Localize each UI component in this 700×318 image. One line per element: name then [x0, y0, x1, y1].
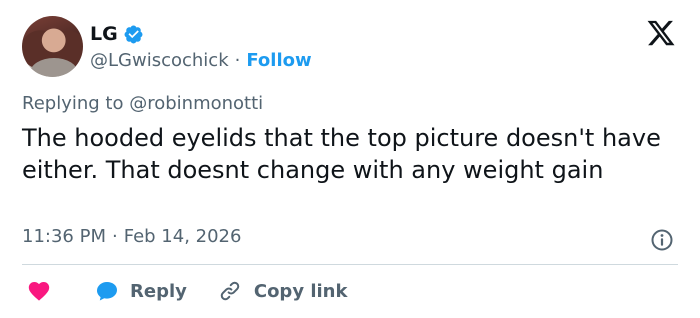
link-icon	[220, 281, 240, 301]
verified-badge-icon	[124, 25, 143, 43]
follow-button[interactable]: Follow	[246, 50, 311, 71]
author-handle-row: @LGwiscochick · Follow	[90, 47, 312, 73]
author-name-row: LG	[90, 20, 144, 48]
reply-bubble-icon	[97, 282, 117, 301]
avatar[interactable]	[22, 16, 83, 77]
reply-label: Reply	[130, 280, 187, 302]
handle-separator: ·	[234, 49, 241, 71]
replying-to: Replying to @robinmonotti	[22, 93, 263, 114]
tweet-timestamp[interactable]: 11:36 PM · Feb 14, 2026	[22, 226, 241, 247]
replying-to-prefix: Replying to	[22, 93, 124, 114]
x-logo-icon[interactable]	[645, 18, 677, 48]
divider	[22, 264, 678, 265]
copy-link-label: Copy link	[253, 280, 348, 302]
copy-link-button[interactable]: Copy link	[217, 279, 348, 303]
timestamp-separator: ·	[111, 226, 118, 247]
reply-button[interactable]: Reply	[94, 279, 187, 303]
tweet-text: The hooded eyelids that the top picture …	[22, 124, 661, 184]
author-name[interactable]: LG	[90, 23, 118, 45]
tweet-actions: Reply Copy link	[22, 274, 347, 308]
replying-to-mention[interactable]: @robinmonotti	[129, 93, 263, 114]
avatar-shoulders	[30, 58, 78, 77]
tweet-time: 11:36 PM	[22, 226, 106, 247]
heart-icon[interactable]	[26, 279, 52, 303]
author-handle[interactable]: @LGwiscochick	[90, 50, 229, 71]
tweet-date: Feb 14, 2026	[123, 226, 242, 247]
info-icon[interactable]	[650, 228, 674, 252]
